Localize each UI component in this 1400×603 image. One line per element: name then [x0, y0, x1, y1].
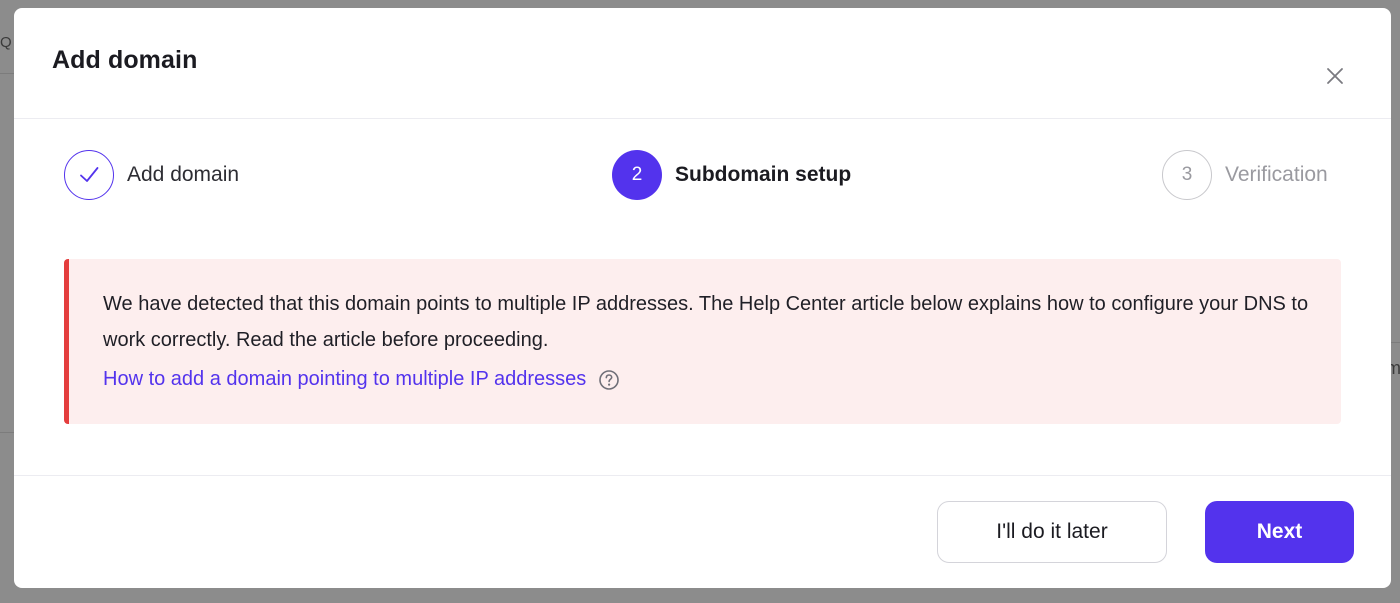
- alert-link-row: How to add a domain pointing to multiple…: [103, 368, 1341, 391]
- step-label: Verification: [1225, 163, 1328, 186]
- add-domain-modal: Add domain Add domain 2 Subdomain setup …: [14, 8, 1391, 588]
- close-button[interactable]: [1323, 64, 1347, 88]
- error-alert: We have detected that this domain points…: [64, 259, 1341, 424]
- modal-header: Add domain: [14, 8, 1391, 119]
- step-subdomain-setup: 2 Subdomain setup: [612, 149, 851, 201]
- modal-title: Add domain: [52, 46, 198, 74]
- step-number-badge: 3: [1162, 150, 1212, 200]
- step-number-badge: 2: [612, 150, 662, 200]
- alert-message: We have detected that this domain points…: [103, 293, 1309, 351]
- do-it-later-button[interactable]: I'll do it later: [937, 501, 1167, 563]
- step-add-domain: Add domain: [64, 149, 239, 201]
- help-article-link[interactable]: How to add a domain pointing to multiple…: [103, 368, 586, 391]
- step-circle-done: [64, 150, 114, 200]
- stepper: Add domain 2 Subdomain setup 3 Verificat…: [64, 149, 1341, 201]
- step-label: Subdomain setup: [675, 163, 852, 186]
- background-divider: [0, 432, 14, 433]
- step-label: Add domain: [127, 163, 240, 186]
- next-button[interactable]: Next: [1205, 501, 1354, 563]
- close-icon: [1327, 68, 1343, 84]
- background-search-fragment: Q: [0, 34, 12, 51]
- background-divider: [0, 73, 14, 74]
- question-circle-icon[interactable]: [598, 369, 620, 391]
- modal-footer: I'll do it later Next: [14, 475, 1391, 588]
- check-icon: [80, 167, 99, 182]
- step-verification: 3 Verification: [1162, 149, 1328, 201]
